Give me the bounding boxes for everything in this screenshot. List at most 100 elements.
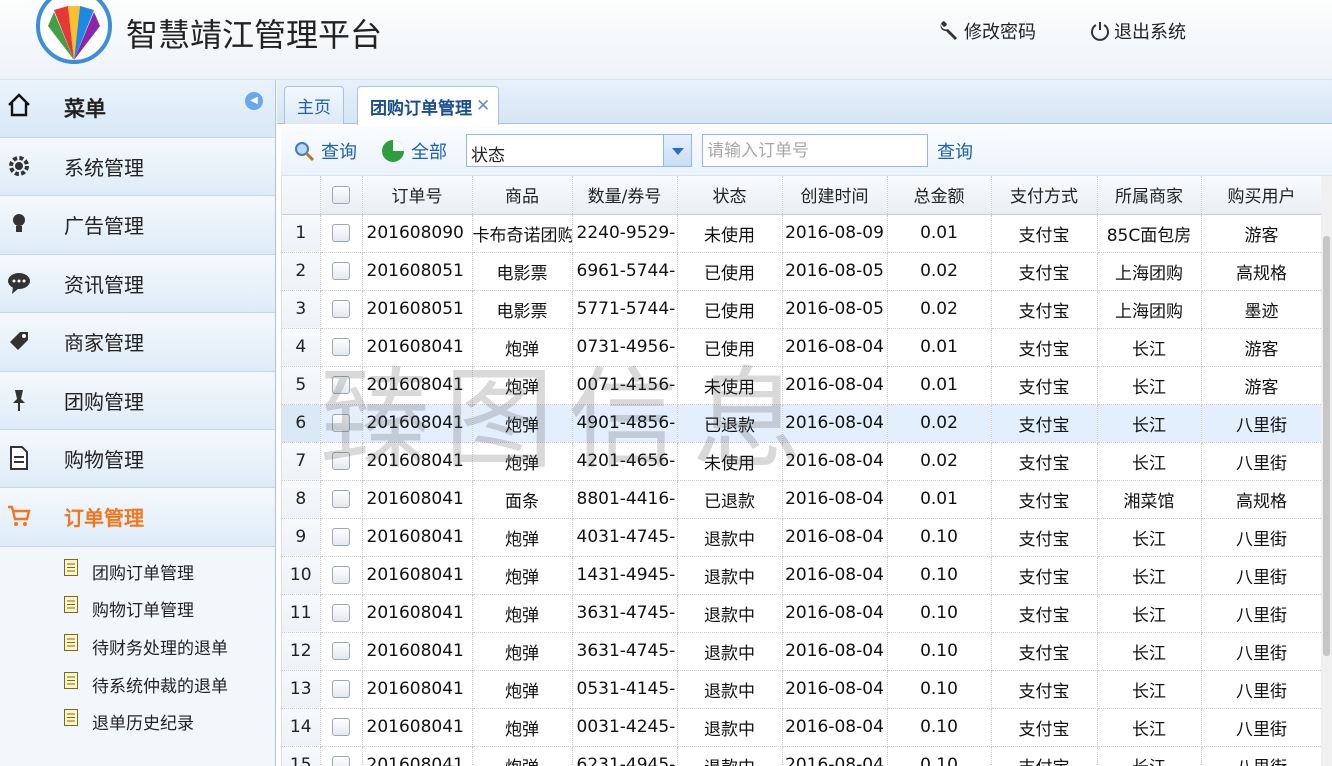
submenu-item-1[interactable]: 团购订单管理 [0, 551, 275, 589]
table-row[interactable]: 11 201608041 炮弹 3631-4745- 退款中 2016-08-04 0.10… [282, 594, 1321, 633]
submenu-item-2[interactable]: 购物订单管理 [0, 588, 275, 626]
tab-group-order[interactable]: 团购订单管理 ✕ [357, 86, 500, 125]
row-checkbox[interactable] [332, 566, 350, 584]
logout-link[interactable]: 退出系统 [1090, 18, 1186, 44]
row-checkbox[interactable] [332, 338, 350, 356]
sidebar-item-6[interactable]: 购物管理 [0, 429, 275, 489]
cell-time: 2016-08-05 [782, 252, 888, 291]
cell-status: 退款中 [677, 746, 783, 766]
column-header[interactable]: 商品 [472, 176, 573, 215]
table-row[interactable]: 1 201608090 卡布奇诺团购 2240-9529- 未使用 2016-08-09 0… [282, 214, 1321, 253]
cell-merchant: 长江 [1097, 366, 1202, 405]
sidebar-item-1[interactable]: 系统管理 [0, 138, 275, 197]
table-row[interactable]: 10 201608041 炮弹 1431-4945- 退款中 2016-08-04 0.10… [282, 556, 1321, 595]
submenu-item-label: 待财务处理的退单 [92, 638, 228, 659]
select-all-checkbox[interactable] [332, 185, 350, 204]
row-select-cell [320, 328, 363, 367]
table-row[interactable]: 8 201608041 面条 8801-4416- 已退款 2016-08-04 0.01 支… [282, 480, 1321, 519]
order-number-input[interactable] [702, 134, 928, 167]
row-checkbox[interactable] [332, 452, 350, 470]
cell-product: 面条 [472, 480, 573, 519]
cart-icon [6, 503, 32, 529]
cell-merchant: 长江 [1097, 632, 1202, 671]
column-header[interactable]: 总金额 [887, 176, 992, 215]
collapse-icon[interactable]: ◀ [245, 92, 263, 110]
cell-time: 2016-08-04 [782, 328, 888, 367]
cell-user: 游客 [1201, 328, 1321, 367]
sidebar-item-7[interactable]: 订单管理 [0, 488, 275, 547]
cell-id: 201608041 [362, 594, 473, 633]
app-title: 智慧靖江管理平台 [126, 16, 383, 54]
cell-user: 游客 [1201, 366, 1321, 405]
row-checkbox[interactable] [332, 718, 350, 736]
row-checkbox[interactable] [332, 756, 350, 766]
column-header[interactable]: 订单号 [362, 176, 473, 215]
table-row[interactable]: 15 201608041炮弹6231-4945-退款中2016-08-040.10… [282, 746, 1321, 766]
row-checkbox[interactable] [332, 300, 350, 318]
cell-product: 炮弹 [472, 442, 573, 481]
cell-merchant: 长江 [1097, 404, 1202, 443]
close-icon[interactable]: ✕ [476, 96, 490, 116]
row-number: 8 [282, 480, 321, 519]
query-label: 查询 [321, 142, 357, 163]
cell-id: 201608051 [362, 252, 473, 291]
note-icon [64, 558, 78, 576]
row-checkbox[interactable] [332, 528, 350, 546]
vertical-scrollbar[interactable] [1321, 176, 1332, 766]
scroll-thumb[interactable] [1323, 236, 1330, 656]
cell-user: 高规格 [1201, 252, 1321, 291]
table-row[interactable]: 5 201608041 炮弹 0071-4156- 未使用 2016-08-04 0.01 支… [282, 366, 1321, 405]
cell-amount: 0.01 [887, 480, 992, 519]
row-checkbox[interactable] [332, 224, 350, 242]
row-checkbox[interactable] [332, 490, 350, 508]
cell-time: 2016-08-04 [782, 556, 888, 595]
table-row[interactable]: 4 201608041 炮弹 0731-4956- 已使用 2016-08-04 0.01 支… [282, 328, 1321, 367]
all-label: 全部 [411, 142, 447, 163]
row-number: 11 [282, 594, 321, 633]
row-select-cell [320, 214, 363, 253]
column-header[interactable]: 购买用户 [1201, 176, 1321, 215]
row-checkbox[interactable] [332, 680, 350, 698]
column-header[interactable]: 所属商家 [1097, 176, 1202, 215]
change-password-link[interactable]: 修改密码 [938, 18, 1036, 44]
submenu-item-5[interactable]: 退单历史纪录 [0, 701, 275, 739]
table-row[interactable]: 13 201608041 炮弹 0531-4145- 退款中 2016-08-04 0.10… [282, 670, 1321, 709]
table-row[interactable]: 9 201608041 炮弹 4031-4745- 退款中 2016-08-04 0.10 支… [282, 518, 1321, 557]
sidebar-item-3[interactable]: 资讯管理 [0, 254, 275, 314]
tab-home[interactable]: 主页 [284, 86, 344, 124]
table-row[interactable]: 7 201608041 炮弹 4201-4656- 未使用 2016-08-04 0.02 支… [282, 442, 1321, 481]
column-header[interactable]: 数量/券号 [572, 176, 678, 215]
sidebar-item-4[interactable]: 商家管理 [0, 313, 275, 372]
column-header[interactable]: 支付方式 [991, 176, 1098, 215]
table-row[interactable]: 2 201608051 电影票 6961-5744- 已使用 2016-08-05 0.02… [282, 252, 1321, 291]
cell-user: 八里街 [1201, 632, 1321, 671]
all-button[interactable]: 全部 [381, 138, 447, 164]
table-row[interactable]: 14 201608041 炮弹 0031-4245- 退款中 2016-08-04 0.10… [282, 708, 1321, 747]
search-button[interactable]: 查询 [937, 138, 973, 164]
row-checkbox[interactable] [332, 604, 350, 622]
submenu-item-3[interactable]: 待财务处理的退单 [0, 626, 275, 664]
chevron-down-icon[interactable] [663, 135, 691, 166]
cell-amount: 0.01 [887, 328, 992, 367]
column-header[interactable]: 创建时间 [782, 176, 888, 215]
row-checkbox[interactable] [332, 414, 350, 432]
sidebar-item-5[interactable]: 团购管理 [0, 371, 275, 430]
table-row[interactable]: 12 201608041 炮弹 3631-4745- 退款中 2016-08-04 0.10… [282, 632, 1321, 671]
column-header[interactable]: 状态 [677, 176, 783, 215]
table-row[interactable]: 6 201608041 炮弹 4901-4856- 已退款 2016-08-04 0.02 支… [282, 404, 1321, 443]
cell-pay: 支付宝 [991, 214, 1098, 253]
status-select[interactable]: 状态 [466, 134, 692, 167]
sidebar-item-2[interactable]: 广告管理 [0, 196, 275, 255]
row-checkbox[interactable] [332, 262, 350, 280]
cell-id: 201608041 [362, 480, 473, 519]
submenu-item-4[interactable]: 待系统仲裁的退单 [0, 664, 275, 702]
table-row[interactable]: 3 201608051 电影票 5771-5744- 已使用 2016-08-05 0.02… [282, 290, 1321, 329]
cell-merchant: 长江 [1097, 518, 1202, 557]
query-button[interactable]: 查询 [293, 138, 357, 164]
row-number: 3 [282, 290, 321, 329]
row-checkbox[interactable] [332, 642, 350, 660]
row-number: 6 [282, 404, 321, 443]
cell-amount: 0.01 [887, 366, 992, 405]
menu-header: 菜单 ◀ [0, 80, 275, 138]
row-checkbox[interactable] [332, 376, 350, 394]
